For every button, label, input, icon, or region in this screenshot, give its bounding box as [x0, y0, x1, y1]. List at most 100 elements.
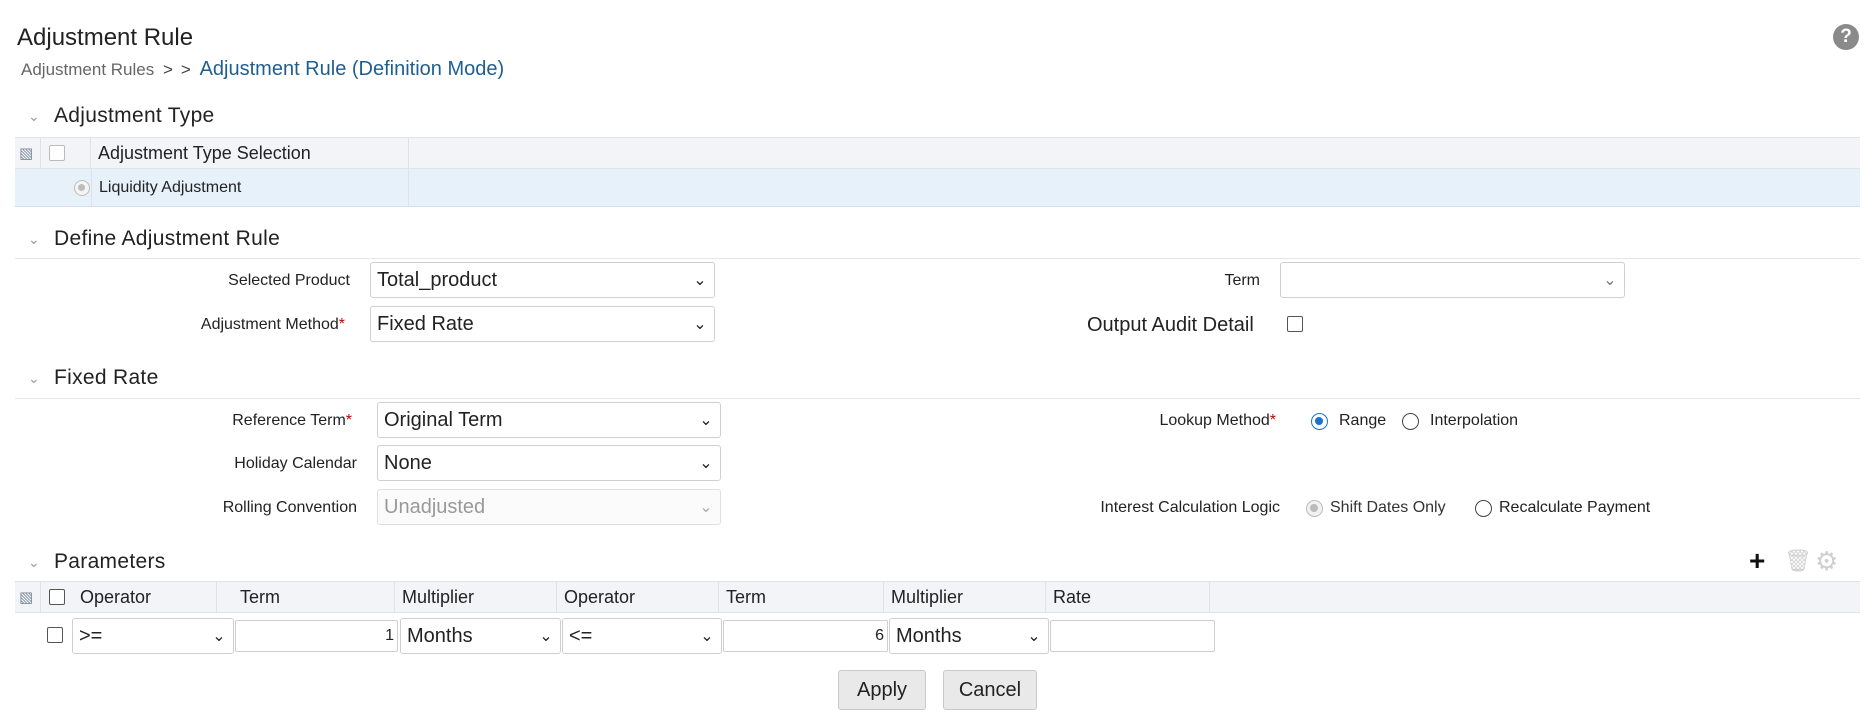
lookup-interpolation-label[interactable]: Interpolation	[1430, 412, 1518, 430]
section-title: Adjustment Type	[54, 104, 215, 127]
column-header[interactable]: Multiplier	[395, 582, 557, 612]
chevron-down-icon: ⌄	[693, 316, 707, 333]
adjustment-method-label: Adjustment Method*	[140, 316, 345, 334]
chevron-down-icon: ⌄	[212, 628, 226, 645]
chevron-down-icon: ⌄	[1603, 272, 1617, 289]
chevron-down-icon[interactable]: ⌄	[28, 370, 42, 387]
column-header[interactable]: Operator	[73, 582, 217, 612]
column-header[interactable]: Multiplier	[884, 582, 1046, 612]
section-title: Define Adjustment Rule	[54, 227, 281, 250]
breadcrumb: Adjustment Rules > > Adjustment Rule (Def…	[21, 58, 504, 81]
section-fixed-rate[interactable]: ⌄ Fixed Rate	[28, 366, 159, 390]
lookup-method-label: Lookup Method*	[1120, 412, 1276, 430]
rolling-convention-select: Unadjusted ⌄	[377, 489, 721, 525]
column-header[interactable]: Term	[233, 582, 395, 612]
breadcrumb-current: Adjustment Rule (Definition Mode)	[199, 58, 505, 80]
recalculate-payment-label[interactable]: Recalculate Payment	[1499, 499, 1650, 517]
term-label: Term	[1224, 272, 1260, 289]
gear-icon: ⚙	[1815, 546, 1839, 576]
holiday-calendar-select[interactable]: None ⌄	[377, 445, 721, 481]
rolling-convention-label: Rolling Convention	[222, 499, 357, 516]
section-adjustment-type[interactable]: ⌄ Adjustment Type	[28, 104, 215, 128]
table-row[interactable]: Liquidity Adjustment	[15, 169, 1860, 207]
hierarchy-icon[interactable]: ▧	[15, 582, 41, 612]
chevron-down-icon: ⌄	[699, 455, 713, 472]
section-divider	[15, 258, 1860, 259]
section-divider	[15, 398, 1860, 399]
selected-product-label: Selected Product	[228, 272, 350, 289]
adjustment-type-table-header: ▧ Adjustment Type Selection	[15, 137, 1860, 169]
lookup-interpolation-radio[interactable]	[1402, 413, 1419, 430]
select-all-checkbox[interactable]	[41, 138, 91, 168]
column-header[interactable]: Rate	[1046, 582, 1210, 612]
label-text: Lookup Method	[1159, 412, 1270, 429]
section-title: Fixed Rate	[54, 366, 159, 389]
operator-value: <=	[569, 624, 593, 647]
holiday-calendar-value: None	[384, 451, 432, 474]
plus-icon[interactable]: +	[1749, 545, 1765, 577]
column-header[interactable]: Operator	[557, 582, 719, 612]
hierarchy-icon[interactable]: ▧	[15, 138, 41, 168]
breadcrumb-separator: >	[180, 60, 191, 79]
term-select[interactable]: ⌄	[1280, 262, 1625, 298]
operator-select[interactable]: <= ⌄	[562, 618, 722, 654]
reference-term-label: Reference Term*	[150, 412, 352, 430]
chevron-down-icon[interactable]: ⌄	[28, 554, 42, 571]
chevron-down-icon[interactable]: ⌄	[28, 231, 42, 248]
chevron-down-icon: ⌄	[700, 628, 714, 645]
chevron-down-icon[interactable]: ⌄	[28, 108, 42, 125]
required-marker: *	[345, 412, 352, 429]
selected-product-select[interactable]: Total_product ⌄	[370, 262, 715, 298]
output-audit-detail-checkbox[interactable]	[1287, 316, 1303, 332]
term-input[interactable]: 1	[235, 620, 398, 652]
chevron-down-icon: ⌄	[1027, 628, 1041, 645]
row-radio[interactable]	[41, 169, 91, 206]
breadcrumb-root-link[interactable]: Adjustment Rules	[21, 60, 154, 79]
page: Adjustment Rule ? Adjustment Rules > > Ad…	[0, 0, 1867, 723]
multiplier-select[interactable]: Months ⌄	[889, 618, 1049, 654]
apply-button[interactable]: Apply	[838, 670, 926, 710]
required-marker: *	[338, 316, 345, 333]
shift-dates-only-radio	[1306, 500, 1323, 517]
shift-dates-only-label: Shift Dates Only	[1330, 499, 1446, 516]
breadcrumb-separator: >	[162, 60, 173, 79]
chevron-down-icon: ⌄	[539, 628, 553, 645]
label-text: Adjustment Method	[200, 316, 339, 333]
column-header[interactable]: Adjustment Type Selection	[91, 138, 409, 168]
operator-value: >=	[79, 624, 103, 647]
holiday-calendar-label: Holiday Calendar	[234, 455, 357, 472]
section-define-adjustment-rule[interactable]: ⌄ Define Adjustment Rule	[28, 227, 280, 251]
column-header[interactable]: Term	[719, 582, 884, 612]
adjustment-type-cell: Liquidity Adjustment	[91, 169, 409, 206]
label-text: Reference Term	[232, 412, 346, 429]
rate-input[interactable]	[1050, 620, 1215, 652]
help-icon[interactable]: ?	[1833, 24, 1859, 50]
adjustment-method-value: Fixed Rate	[377, 312, 474, 335]
multiplier-select[interactable]: Months ⌄	[400, 618, 561, 654]
rolling-convention-value: Unadjusted	[384, 495, 486, 518]
parameters-table-header: ▧ Operator Term Multiplier Operator Term…	[15, 581, 1860, 613]
reference-term-value: Original Term	[384, 408, 503, 431]
cancel-button[interactable]: Cancel	[943, 670, 1037, 710]
section-parameters[interactable]: ⌄ Parameters	[28, 550, 166, 574]
reference-term-select[interactable]: Original Term ⌄	[377, 402, 721, 438]
chevron-down-icon: ⌄	[699, 412, 713, 429]
multiplier-value: Months	[896, 624, 962, 647]
chevron-down-icon: ⌄	[699, 499, 713, 516]
row-checkbox[interactable]	[47, 627, 63, 643]
adjustment-method-select[interactable]: Fixed Rate ⌄	[370, 306, 715, 342]
multiplier-value: Months	[407, 624, 473, 647]
page-title: Adjustment Rule	[17, 24, 194, 51]
lookup-range-radio[interactable]	[1311, 413, 1328, 430]
section-title: Parameters	[54, 550, 166, 573]
operator-select[interactable]: >= ⌄	[72, 618, 234, 654]
lookup-range-label[interactable]: Range	[1339, 412, 1386, 430]
chevron-down-icon: ⌄	[693, 272, 707, 289]
trash-icon: 🗑	[1784, 548, 1812, 573]
interest-calculation-logic-label: Interest Calculation Logic	[1100, 499, 1280, 516]
required-marker: *	[1269, 412, 1276, 429]
output-audit-detail-label: Output Audit Detail	[1087, 314, 1254, 336]
selected-product-value: Total_product	[377, 268, 498, 291]
term-input[interactable]: 6	[723, 620, 888, 652]
recalculate-payment-radio[interactable]	[1475, 500, 1492, 517]
